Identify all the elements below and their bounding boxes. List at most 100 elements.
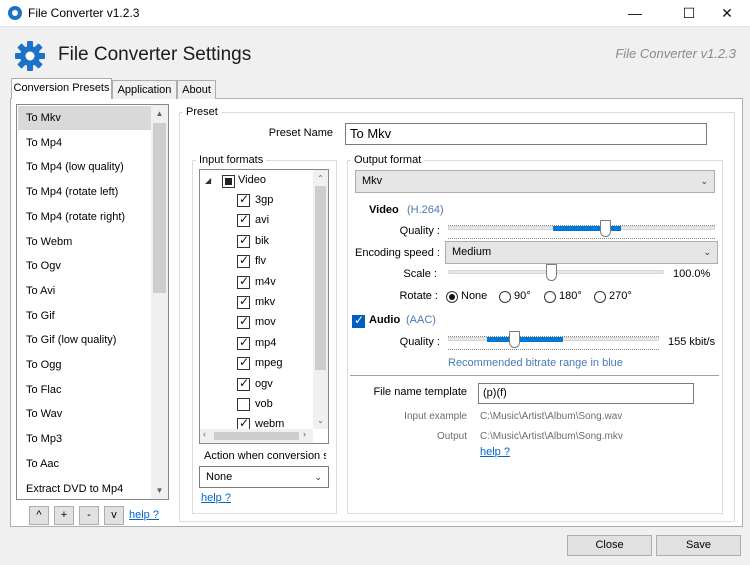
audio-quality-slider-thumb[interactable] <box>509 331 520 348</box>
format-label: ogv <box>255 377 273 390</box>
close-button[interactable]: Close <box>567 535 652 556</box>
encoding-speed-select[interactable]: Medium ⌄ <box>445 241 718 264</box>
format-checkbox[interactable] <box>237 398 250 411</box>
tree-scroll-left-icon[interactable]: ‹ <box>203 429 206 439</box>
preset-list-item[interactable]: To Mp4 (low quality) <box>18 155 152 179</box>
rotate-radio[interactable] <box>544 291 556 303</box>
format-checkbox[interactable] <box>237 335 250 350</box>
action-select-value: None <box>206 471 233 483</box>
action-select[interactable]: None ⌄ <box>199 466 329 488</box>
input-help-link[interactable]: help ? <box>201 492 231 504</box>
preset-list-item[interactable]: To Mp3 <box>18 427 152 451</box>
save-button[interactable]: Save <box>656 535 741 556</box>
tab-application[interactable]: Application <box>112 80 177 99</box>
preset-list-item[interactable]: To Mp4 (rotate left) <box>18 180 152 204</box>
format-label: mov <box>255 316 276 329</box>
chevron-down-icon: ⌄ <box>314 472 322 482</box>
format-checkbox[interactable] <box>237 294 250 309</box>
tree-hscrollbar[interactable]: ‹ › <box>200 429 313 443</box>
output-example-value: C:\Music\Artist\Album\Song.mkv <box>480 431 623 442</box>
format-checkbox[interactable] <box>237 253 250 269</box>
preset-list-item[interactable]: To Mp4 <box>18 131 152 155</box>
scroll-up-icon[interactable]: ▲ <box>151 105 168 122</box>
format-checkbox[interactable] <box>237 376 250 391</box>
preset-list-item[interactable]: To Flac <box>18 378 152 402</box>
chevron-down-icon: ⌄ <box>703 247 711 257</box>
rotate-radio[interactable] <box>499 291 511 303</box>
scrollbar-thumb[interactable] <box>153 123 166 293</box>
preset-list-item[interactable]: To Mp4 (rotate right) <box>18 205 152 229</box>
app-logo-icon <box>8 6 22 20</box>
audio-quality-label: Quality : <box>399 336 440 348</box>
format-checkbox[interactable] <box>237 274 250 289</box>
output-format-select[interactable]: Mkv ⌄ <box>355 170 715 193</box>
preset-list-item[interactable]: To Ogv <box>18 254 152 278</box>
output-help-link[interactable]: help ? <box>480 446 510 458</box>
rotate-radio[interactable] <box>594 291 606 303</box>
output-example-label: Output <box>436 431 467 442</box>
collapse-arrow-icon[interactable]: ◢ <box>205 171 211 191</box>
preset-list-item[interactable]: Extract DVD to Mp4 <box>18 477 152 500</box>
preset-list-item[interactable]: To Wav <box>18 402 152 426</box>
preset-list-item[interactable]: To Gif <box>18 304 152 328</box>
format-label: mpeg <box>255 357 283 370</box>
preset-name-input[interactable]: To Mkv <box>345 123 707 145</box>
minimize-button[interactable]: — <box>612 0 658 27</box>
tree-scrollbar-thumb[interactable] <box>315 186 326 370</box>
rotate-option-label: None <box>461 290 488 302</box>
add-preset-button[interactable]: + <box>54 506 74 525</box>
scroll-down-icon[interactable]: ▼ <box>151 482 168 499</box>
tree-vscrollbar[interactable]: ⌃ ⌄ <box>313 170 328 429</box>
format-label: 3gp <box>255 194 274 206</box>
move-down-button[interactable]: v <box>104 506 124 525</box>
tab-about[interactable]: About <box>177 80 216 99</box>
format-checkbox[interactable] <box>237 314 250 330</box>
rotate-option-label: 270° <box>609 290 632 302</box>
format-checkbox[interactable] <box>237 192 250 207</box>
window-title: File Converter v1.2.3 <box>28 6 140 20</box>
video-category-checkbox[interactable] <box>222 175 235 188</box>
filename-template-input[interactable]: (p)(f) <box>478 383 694 404</box>
preset-list-item[interactable]: To Mkv <box>18 106 152 130</box>
presets-help-link[interactable]: help ? <box>129 509 159 521</box>
format-label: mp4 <box>255 336 277 349</box>
format-label: avi <box>255 214 270 227</box>
tree-hscroll-thumb[interactable] <box>214 432 299 440</box>
output-format-value: Mkv <box>362 175 383 187</box>
video-label: Video <box>369 204 399 216</box>
input-formats-tree[interactable]: ◢ Video 3gp avi bik flv m4v mkv mov mp4 mpeg ogv v… <box>199 169 329 444</box>
format-checkbox[interactable] <box>237 355 250 371</box>
encoding-speed-label: Encoding speed : <box>354 247 440 259</box>
action-label: Action when conversion s <box>204 450 326 462</box>
preset-name-label: Preset Name <box>268 127 333 139</box>
preset-list-item[interactable]: To Gif (low quality) <box>18 328 152 352</box>
rotate-option-label: 90° <box>514 290 531 302</box>
video-quality-label: Quality : <box>399 225 440 237</box>
scale-slider-thumb[interactable] <box>546 264 557 281</box>
close-window-button[interactable]: ✕ <box>704 0 750 27</box>
move-up-button[interactable]: ^ <box>29 506 49 525</box>
audio-codec: (AAC) <box>406 314 436 326</box>
remove-preset-button[interactable]: - <box>79 506 99 525</box>
preset-list-scrollbar[interactable]: ▲ ▼ <box>151 105 168 499</box>
audio-label: Audio <box>369 314 401 326</box>
preset-list-item[interactable]: To Ogg <box>18 353 152 377</box>
rotate-radio[interactable] <box>446 291 458 303</box>
preset-list-item[interactable]: To Avi <box>18 279 152 303</box>
preset-list-item[interactable]: To Aac <box>18 452 152 476</box>
tree-scroll-down-icon[interactable]: ⌄ <box>313 412 328 429</box>
format-checkbox[interactable] <box>237 212 250 228</box>
video-codec: (H.264) <box>407 204 444 216</box>
format-checkbox[interactable] <box>237 233 250 248</box>
format-label: vob <box>255 398 273 410</box>
preset-list-item[interactable]: To Webm <box>18 230 152 254</box>
tree-scroll-right-icon[interactable]: › <box>303 429 306 439</box>
video-quality-slider-thumb[interactable] <box>600 220 611 237</box>
tree-scroll-up-icon[interactable]: ⌃ <box>313 170 328 187</box>
tab-conversion-presets[interactable]: Conversion Presets <box>11 78 112 99</box>
preset-list[interactable]: To Mkv To Mp4 To Mp4 (low quality) To Mp4 (… <box>16 104 169 500</box>
audio-checkbox[interactable] <box>352 313 365 328</box>
output-format-label: Output format <box>351 154 425 166</box>
filename-template-label: File name template <box>373 386 467 398</box>
scale-value: 100.0% <box>673 268 711 280</box>
